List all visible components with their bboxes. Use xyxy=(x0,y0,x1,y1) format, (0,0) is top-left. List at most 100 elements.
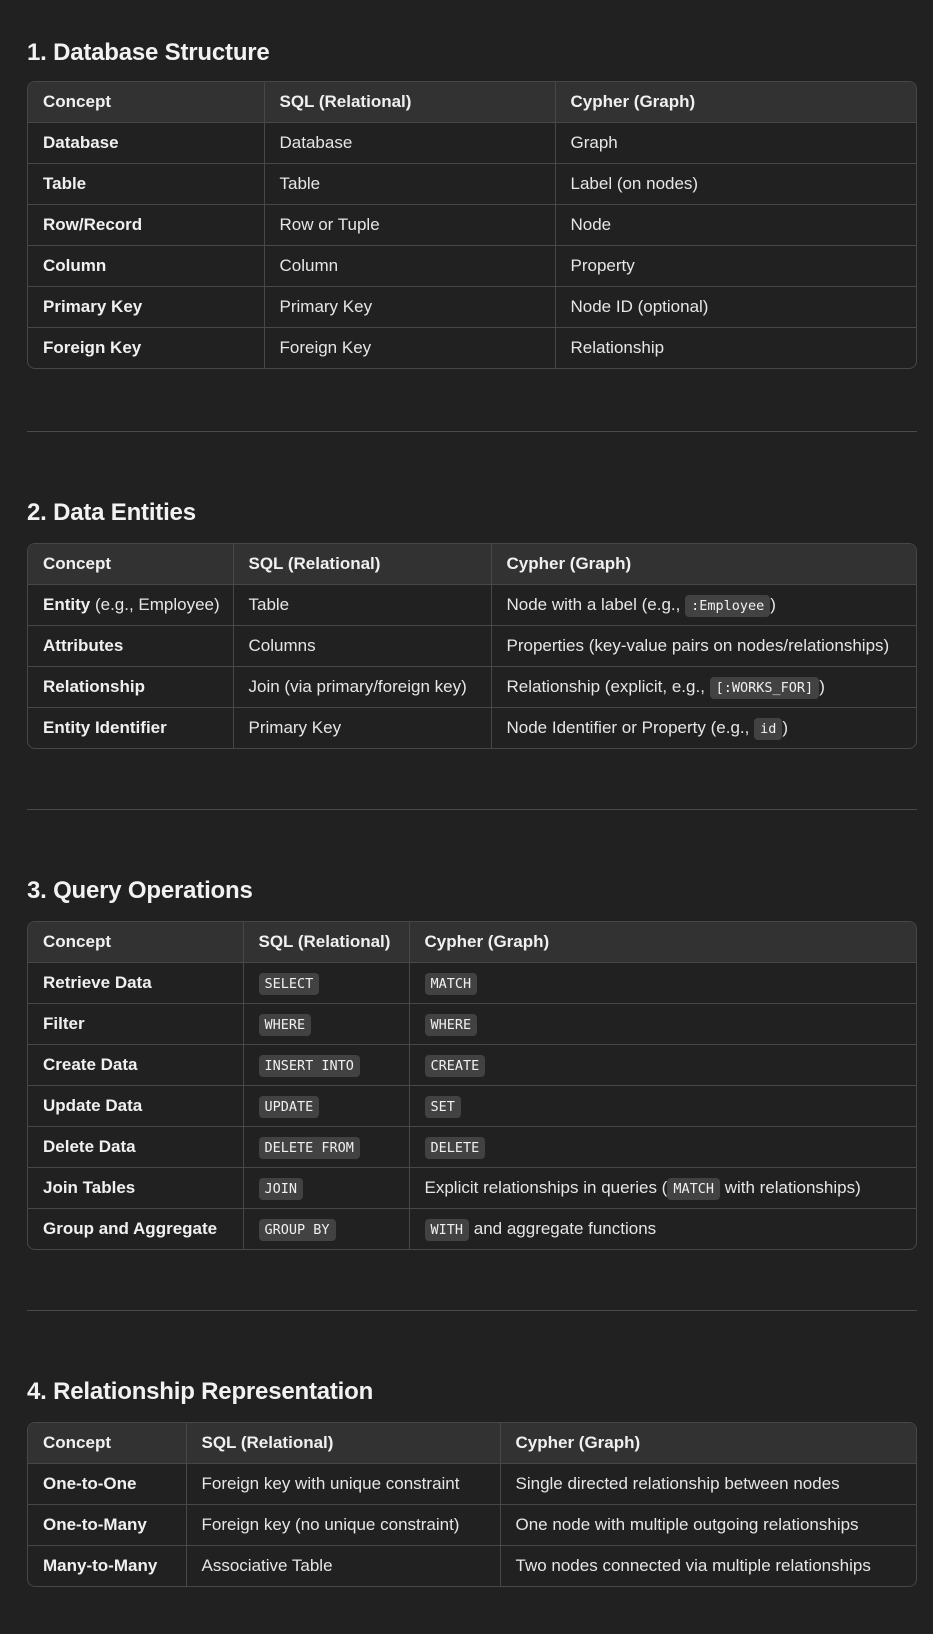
table-row: Attributes Columns Properties (key-value… xyxy=(28,625,916,667)
section-title-query-operations: 3. Query Operations xyxy=(27,877,253,904)
cypher-cell: MATCH xyxy=(409,962,916,1004)
column-header: Cypher (Graph) xyxy=(409,922,916,963)
section-divider xyxy=(27,431,917,432)
cypher-text: and aggregate functions xyxy=(469,1219,657,1238)
cypher-cell: Node Identifier or Property (e.g., id) xyxy=(491,708,916,749)
sql-cell: Primary Key xyxy=(264,286,556,328)
concept-cell: Entity (e.g., Employee) xyxy=(28,584,234,626)
column-header: SQL (Relational) xyxy=(264,82,556,123)
cypher-cell: WITH and aggregate functions xyxy=(409,1209,916,1250)
sql-cell: JOIN xyxy=(243,1167,410,1209)
cypher-cell: WHERE xyxy=(409,1003,916,1045)
sql-cell: Join (via primary/foreign key) xyxy=(233,666,492,708)
concept-cell: One-to-Many xyxy=(28,1504,187,1546)
query-operations-table: Concept SQL (Relational) Cypher (Graph) … xyxy=(27,921,917,1250)
cypher-text: Explicit relationships in queries ( xyxy=(424,1178,668,1197)
sql-cell: Table xyxy=(264,163,556,205)
table-row: Update Data UPDATE SET xyxy=(28,1085,916,1127)
table-row: Delete Data DELETE FROM DELETE xyxy=(28,1126,916,1168)
sql-cell: Associative Table xyxy=(186,1545,501,1586)
table-row: Primary Key Primary Key Node ID (optiona… xyxy=(28,286,916,328)
cypher-text: ) xyxy=(819,677,825,696)
inline-code: JOIN xyxy=(258,1178,304,1200)
sql-cell: DELETE FROM xyxy=(243,1126,410,1168)
column-header: Concept xyxy=(28,544,234,585)
cypher-cell: Graph xyxy=(555,122,916,164)
table-row: One-to-Many Foreign key (no unique const… xyxy=(28,1504,916,1546)
table-row: Filter WHERE WHERE xyxy=(28,1003,916,1045)
table-row: Create Data INSERT INTO CREATE xyxy=(28,1044,916,1086)
table-row: Column Column Property xyxy=(28,245,916,287)
column-header: Concept xyxy=(28,1423,187,1464)
cypher-cell: Properties (key-value pairs on nodes/rel… xyxy=(491,625,916,667)
sql-cell: INSERT INTO xyxy=(243,1044,410,1086)
inline-code: WITH xyxy=(424,1219,470,1241)
sql-cell: WHERE xyxy=(243,1003,410,1045)
cypher-cell: SET xyxy=(409,1085,916,1127)
section-divider xyxy=(27,1310,917,1311)
cypher-cell: Node with a label (e.g., :Employee) xyxy=(491,584,916,626)
concept-note: (e.g., Employee) xyxy=(90,595,220,614)
sql-cell: SELECT xyxy=(243,962,410,1004)
inline-code: UPDATE xyxy=(258,1096,320,1118)
table-header-row: Concept SQL (Relational) Cypher (Graph) xyxy=(28,1423,916,1464)
concept-cell: One-to-One xyxy=(28,1463,187,1505)
cypher-cell: Node xyxy=(555,204,916,246)
cypher-cell: Relationship xyxy=(570,338,665,357)
section-title-data-entities: 2. Data Entities xyxy=(27,499,196,526)
section-title-relationship-representation: 4. Relationship Representation xyxy=(27,1378,374,1405)
sql-cell: UPDATE xyxy=(243,1085,410,1127)
concept-cell: Group and Aggregate xyxy=(28,1208,244,1249)
column-header: Concept xyxy=(28,922,244,963)
table-header-row: Concept SQL (Relational) Cypher (Graph) xyxy=(28,922,916,963)
sql-cell: GROUP BY xyxy=(243,1208,410,1249)
column-header: SQL (Relational) xyxy=(233,544,492,585)
table-header-row: Concept SQL (Relational) Cypher (Graph) xyxy=(28,82,916,123)
column-header: Cypher (Graph) xyxy=(500,1423,916,1464)
cypher-cell: Two nodes connected via multiple relatio… xyxy=(515,1556,871,1575)
sql-cell: Columns xyxy=(233,625,492,667)
cypher-text: Relationship (explicit, e.g., xyxy=(506,677,710,696)
cypher-cell: CREATE xyxy=(409,1044,916,1086)
table-row: Retrieve Data SELECT MATCH xyxy=(28,962,916,1004)
cypher-cell: Label (on nodes) xyxy=(555,163,916,205)
inline-code: SET xyxy=(424,1096,461,1118)
cypher-text: Node with a label (e.g., xyxy=(506,595,686,614)
sql-cell: Row or Tuple xyxy=(264,204,556,246)
concept-cell: Filter xyxy=(28,1003,244,1045)
concept-cell: Database xyxy=(28,122,265,164)
inline-code: :Employee xyxy=(685,595,771,617)
data-entities-table: Concept SQL (Relational) Cypher (Graph) … xyxy=(27,543,917,749)
concept-cell: Attributes xyxy=(28,625,234,667)
concept-label: Entity xyxy=(43,595,91,614)
sql-cell: Table xyxy=(233,584,492,626)
cypher-cell: Single directed relationship between nod… xyxy=(500,1463,916,1505)
concept-cell: Relationship xyxy=(28,666,234,708)
inline-code: CREATE xyxy=(424,1055,486,1077)
table-row: Table Table Label (on nodes) xyxy=(28,163,916,205)
cypher-cell: Property xyxy=(555,245,916,287)
cypher-cell: DELETE xyxy=(409,1126,916,1168)
column-header: SQL (Relational) xyxy=(243,922,410,963)
table-row: Many-to-Many Associative Table Two nodes… xyxy=(28,1545,916,1586)
sql-cell: Database xyxy=(264,122,556,164)
inline-code: SELECT xyxy=(258,973,320,995)
table-row: Row/Record Row or Tuple Node xyxy=(28,204,916,246)
table-row: Database Database Graph xyxy=(28,122,916,164)
table-header-row: Concept SQL (Relational) Cypher (Graph) xyxy=(28,544,916,585)
concept-cell: Delete Data xyxy=(28,1126,244,1168)
cypher-cell: One node with multiple outgoing relation… xyxy=(500,1504,916,1546)
inline-code: WHERE xyxy=(424,1014,478,1036)
concept-cell: Many-to-Many xyxy=(28,1545,187,1586)
concept-cell: Row/Record xyxy=(28,204,265,246)
inline-code: id xyxy=(754,718,783,740)
column-header: Cypher (Graph) xyxy=(555,82,916,123)
section-divider xyxy=(27,809,917,810)
concept-cell: Retrieve Data xyxy=(28,962,244,1004)
column-header: Concept xyxy=(28,82,265,123)
section-title-database-structure: 1. Database Structure xyxy=(27,39,270,66)
sql-cell: Foreign Key xyxy=(264,327,556,368)
table-row: Group and Aggregate GROUP BY WITH and ag… xyxy=(28,1208,916,1250)
database-structure-table: Concept SQL (Relational) Cypher (Graph) … xyxy=(27,81,917,369)
cypher-text: ) xyxy=(770,595,776,614)
